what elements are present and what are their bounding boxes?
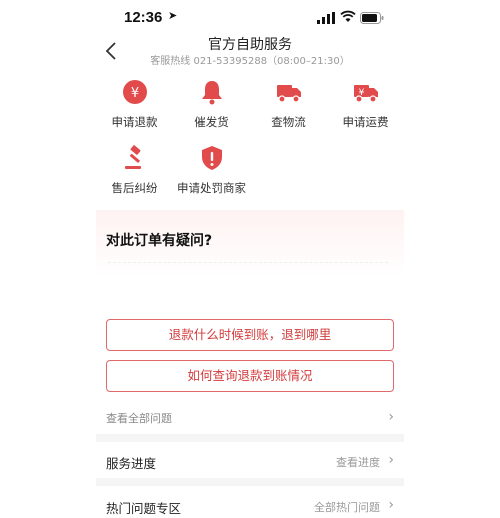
faq-refund-status-button[interactable]: 如何查询退款到账情况 (106, 360, 394, 392)
battery-icon (360, 12, 384, 24)
service-track-logistics[interactable]: 查物流 (250, 78, 327, 130)
service-aftersale-dispute[interactable]: 售后纠纷 (96, 144, 173, 196)
hot-questions-row[interactable]: 热门问题专区 全部热门问题 › (106, 496, 394, 516)
service-penalize-merchant[interactable]: 申请处罚商家 (173, 144, 250, 196)
service-refund[interactable]: ¥ 申请退款 (96, 78, 173, 130)
question-title: 对此订单有疑问? (106, 233, 213, 249)
chevron-right-icon: › (388, 497, 394, 513)
service-progress-row[interactable]: 服务进度 查看进度 › (106, 451, 394, 471)
app-screen: 12:36 ➤ 官方自助服务 客服热线 021-53395288（08:00–2… (96, 0, 404, 518)
service-label: 催发货 (194, 115, 229, 129)
hot-questions-label: 热门问题专区 (106, 501, 182, 516)
gavel-icon (124, 145, 141, 169)
chevron-right-icon: › (388, 409, 394, 425)
service-urge-shipping[interactable]: 催发货 (173, 78, 250, 130)
svg-text:¥: ¥ (130, 86, 138, 101)
status-time: 12:36 (124, 9, 163, 26)
service-freight-claim[interactable]: ¥ 申请运费 (327, 78, 404, 130)
bell-icon (201, 81, 222, 105)
faq-refund-timing-button[interactable]: 退款什么时候到账，退到哪里 (106, 319, 394, 351)
page-title: 官方自助服务 (208, 37, 292, 53)
yen-circle-icon: ¥ (122, 80, 147, 104)
service-label: 售后纠纷 (111, 181, 158, 195)
wifi-icon (340, 10, 356, 22)
section-separator (96, 434, 404, 442)
divider (108, 262, 388, 263)
question-card: 对此订单有疑问? (96, 210, 404, 308)
service-label: 查物流 (271, 115, 306, 129)
service-label: 申请退款 (111, 115, 158, 129)
view-all-questions-label: 查看全部问题 (106, 412, 172, 425)
page-header: 官方自助服务 客服热线 021-53395288（08:00–21:30） (96, 34, 404, 68)
yen-truck-icon: ¥ (353, 85, 378, 103)
status-bar: 12:36 ➤ (96, 0, 404, 34)
service-label: 申请运费 (342, 115, 389, 129)
signal-icon (317, 12, 335, 24)
service-label: 申请处罚商家 (177, 181, 246, 195)
hot-questions-action: 全部热门问题 (314, 501, 380, 514)
chevron-right-icon: › (388, 452, 394, 468)
service-progress-action: 查看进度 (336, 456, 380, 469)
service-progress-label: 服务进度 (106, 456, 157, 471)
shield-alert-icon (201, 146, 222, 170)
truck-icon (276, 85, 301, 103)
hotline-text: 客服热线 021-53395288（08:00–21:30） (150, 56, 350, 67)
section-separator (96, 478, 404, 486)
back-arrow-icon[interactable] (102, 40, 122, 62)
view-all-questions-row[interactable]: 查看全部问题 › (106, 408, 394, 428)
location-icon: ➤ (168, 9, 178, 22)
